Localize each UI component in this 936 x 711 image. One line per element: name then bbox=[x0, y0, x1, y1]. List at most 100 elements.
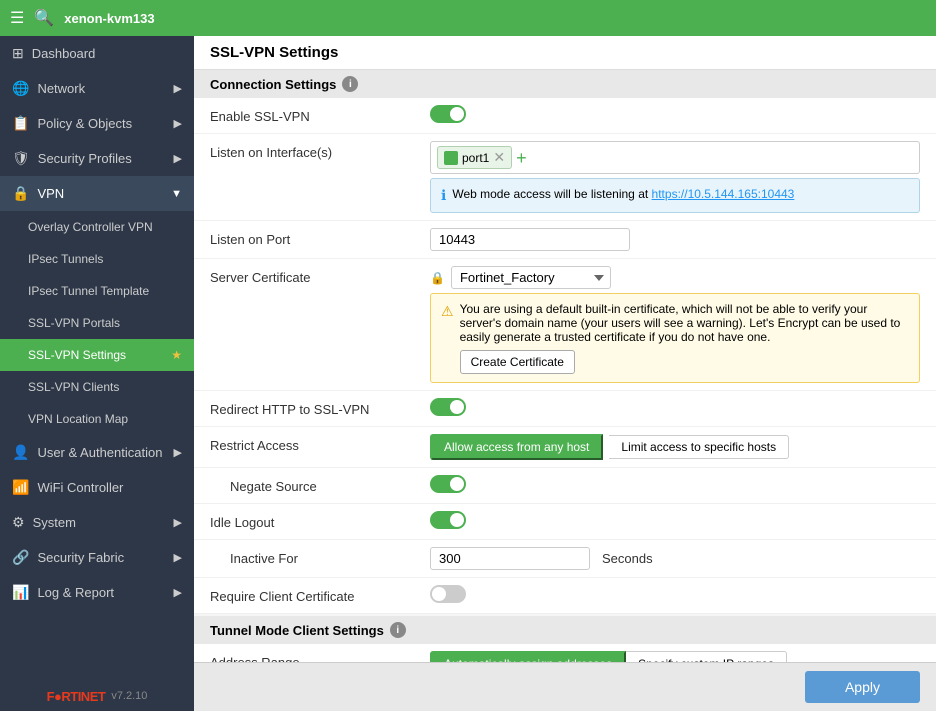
sidebar-sub-ssl-settings[interactable]: SSL-VPN Settings ★ bbox=[0, 339, 194, 371]
interface-tag-port1: port1 ✕ bbox=[437, 146, 512, 169]
address-range-block: Automatically assign addresses Specify c… bbox=[430, 651, 920, 662]
search-icon[interactable]: 🔍 bbox=[34, 8, 54, 28]
sidebar-item-system[interactable]: ⚙ System ▶ bbox=[0, 505, 194, 540]
sidebar-item-vpn[interactable]: 🔒 VPN ▼ bbox=[0, 176, 194, 211]
sidebar-label-wifi: WiFi Controller bbox=[37, 480, 123, 495]
hostname: xenon-kvm133 bbox=[64, 11, 926, 26]
inactive-for-input[interactable] bbox=[430, 547, 590, 570]
sidebar-label-system: System bbox=[33, 515, 76, 530]
address-range-label: Address Range bbox=[210, 651, 430, 662]
network-icon: 🌐 bbox=[12, 80, 29, 97]
add-interface-btn[interactable]: + bbox=[516, 149, 527, 167]
security-profiles-icon: 🛡 bbox=[12, 150, 30, 167]
auto-assign-btn[interactable]: Automatically assign addresses bbox=[430, 651, 626, 662]
wifi-icon: 📶 bbox=[12, 479, 29, 496]
enable-ssl-vpn-value bbox=[430, 105, 920, 123]
version-bar: F●RTINET v7.2.10 bbox=[0, 681, 194, 711]
sidebar-item-dashboard[interactable]: ⊞ Dashboard bbox=[0, 36, 194, 71]
listen-interfaces-label: Listen on Interface(s) bbox=[210, 141, 430, 160]
enable-ssl-vpn-toggle[interactable] bbox=[430, 105, 466, 123]
enable-ssl-vpn-row: Enable SSL-VPN bbox=[194, 98, 936, 134]
tunnel-settings-header: Tunnel Mode Client Settings i bbox=[194, 616, 936, 644]
redirect-http-label: Redirect HTTP to SSL-VPN bbox=[210, 398, 430, 417]
sidebar-item-security-fabric[interactable]: 🔗 Security Fabric ▶ bbox=[0, 540, 194, 575]
sidebar-item-user-auth[interactable]: 👤 User & Authentication ▶ bbox=[0, 435, 194, 470]
security-fabric-icon: 🔗 bbox=[12, 549, 29, 566]
seconds-label: Seconds bbox=[602, 551, 653, 566]
sidebar-sub-ipsec-template[interactable]: IPsec Tunnel Template bbox=[0, 275, 194, 307]
require-client-cert-toggle[interactable] bbox=[430, 585, 466, 603]
sidebar-sub-ipsec[interactable]: IPsec Tunnels bbox=[0, 243, 194, 275]
restrict-access-label: Restrict Access bbox=[210, 434, 430, 453]
listen-port-input[interactable] bbox=[430, 228, 630, 251]
user-auth-icon: 👤 bbox=[12, 444, 29, 461]
listen-port-value bbox=[430, 228, 920, 251]
redirect-http-toggle[interactable] bbox=[430, 398, 466, 416]
create-cert-button[interactable]: Create Certificate bbox=[460, 350, 575, 374]
sidebar-label-log-report: Log & Report bbox=[37, 585, 114, 600]
address-range-value: Automatically assign addresses Specify c… bbox=[430, 651, 920, 662]
restrict-access-row: Restrict Access Allow access from any ho… bbox=[194, 427, 936, 468]
sidebar-label-network: Network bbox=[37, 81, 85, 96]
sidebar-sub-ssl-clients-label: SSL-VPN Clients bbox=[28, 380, 119, 394]
fortinet-logo: F●RTINET bbox=[47, 689, 106, 704]
log-report-icon: 📊 bbox=[12, 584, 29, 601]
sidebar-sub-ssl-portals-label: SSL-VPN Portals bbox=[28, 316, 120, 330]
layout: ⊞ Dashboard 🌐 Network ▶ 📋 Policy & Objec… bbox=[0, 36, 936, 711]
sidebar-label-vpn: VPN bbox=[37, 186, 64, 201]
idle-logout-label: Idle Logout bbox=[210, 511, 430, 530]
connection-settings-header: Connection Settings i bbox=[194, 70, 936, 98]
negate-source-label: Negate Source bbox=[210, 475, 430, 494]
sidebar-sub-overlay[interactable]: Overlay Controller VPN bbox=[0, 211, 194, 243]
custom-ip-btn[interactable]: Specify custom IP ranges bbox=[626, 651, 787, 662]
sidebar: ⊞ Dashboard 🌐 Network ▶ 📋 Policy & Objec… bbox=[0, 36, 194, 711]
dashboard-icon: ⊞ bbox=[12, 45, 24, 62]
sidebar-item-wifi[interactable]: 📶 WiFi Controller bbox=[0, 470, 194, 505]
sidebar-item-security-profiles[interactable]: 🛡 Security Profiles ▶ bbox=[0, 141, 194, 176]
sidebar-item-network[interactable]: 🌐 Network ▶ bbox=[0, 71, 194, 106]
policy-icon: 📋 bbox=[12, 115, 29, 132]
require-client-cert-row: Require Client Certificate bbox=[194, 578, 936, 614]
connection-settings-info-icon[interactable]: i bbox=[342, 76, 358, 92]
redirect-http-value bbox=[430, 398, 920, 416]
cert-warning-content: You are using a default built-in certifi… bbox=[460, 302, 909, 374]
info-box-icon: ℹ bbox=[441, 187, 446, 204]
sidebar-label-security-fabric: Security Fabric bbox=[37, 550, 124, 565]
warning-icon: ⚠ bbox=[441, 303, 454, 320]
cert-block: 🔒 Fortinet_Factory ⚠ You are using a def… bbox=[430, 266, 920, 383]
tunnel-settings-info-icon[interactable]: i bbox=[390, 622, 406, 638]
sidebar-label-dashboard: Dashboard bbox=[32, 46, 96, 61]
listen-interfaces-value: port1 ✕ + ℹ Web mode access will be list… bbox=[430, 141, 920, 213]
limit-specific-btn[interactable]: Limit access to specific hosts bbox=[609, 435, 789, 459]
sidebar-sub-ssl-clients[interactable]: SSL-VPN Clients bbox=[0, 371, 194, 403]
idle-logout-row: Idle Logout bbox=[194, 504, 936, 540]
allow-any-host-btn[interactable]: Allow access from any host bbox=[430, 434, 603, 460]
listen-port-label: Listen on Port bbox=[210, 228, 430, 247]
sidebar-sub-overlay-label: Overlay Controller VPN bbox=[28, 220, 153, 234]
apply-button[interactable]: Apply bbox=[805, 671, 920, 703]
cert-warning-text: You are using a default built-in certifi… bbox=[460, 302, 901, 344]
idle-logout-toggle[interactable] bbox=[430, 511, 466, 529]
sidebar-sub-ssl-settings-label: SSL-VPN Settings bbox=[28, 348, 126, 362]
interface-name: port1 bbox=[462, 151, 489, 165]
network-chevron: ▶ bbox=[174, 82, 182, 95]
negate-source-toggle[interactable] bbox=[430, 475, 466, 493]
sidebar-sub-vpn-map[interactable]: VPN Location Map bbox=[0, 403, 194, 435]
main-content: SSL-VPN Settings Connection Settings i E… bbox=[194, 36, 936, 711]
menu-icon[interactable]: ☰ bbox=[10, 8, 24, 28]
remove-interface-btn[interactable]: ✕ bbox=[493, 149, 505, 166]
sidebar-item-policy[interactable]: 📋 Policy & Objects ▶ bbox=[0, 106, 194, 141]
idle-logout-value bbox=[430, 511, 920, 529]
security-fabric-chevron: ▶ bbox=[174, 551, 182, 564]
sidebar-item-log-report[interactable]: 📊 Log & Report ▶ bbox=[0, 575, 194, 610]
sidebar-sub-ssl-portals[interactable]: SSL-VPN Portals bbox=[0, 307, 194, 339]
server-cert-row: Server Certificate 🔒 Fortinet_Factory ⚠ bbox=[194, 259, 936, 391]
server-cert-select[interactable]: Fortinet_Factory bbox=[451, 266, 611, 289]
interface-wrap: port1 ✕ + bbox=[430, 141, 920, 174]
sidebar-label-user-auth: User & Authentication bbox=[37, 445, 162, 460]
listen-info-box: ℹ Web mode access will be listening at h… bbox=[430, 178, 920, 213]
negate-source-row: Negate Source bbox=[194, 468, 936, 504]
info-link[interactable]: https://10.5.144.165:10443 bbox=[652, 187, 795, 201]
star-icon: ★ bbox=[171, 348, 182, 362]
sidebar-label-security-profiles: Security Profiles bbox=[38, 151, 132, 166]
